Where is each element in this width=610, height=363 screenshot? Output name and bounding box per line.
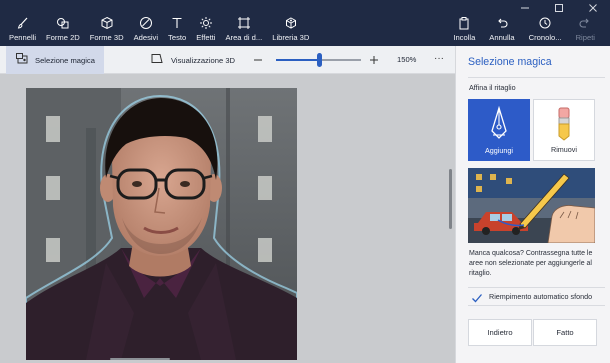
shapes-2d-icon bbox=[56, 16, 70, 30]
brush-icon bbox=[16, 16, 30, 30]
tool-effects[interactable]: Effetti bbox=[191, 16, 220, 46]
tool-label: Pennelli bbox=[9, 33, 37, 42]
refine-illustration bbox=[468, 168, 595, 243]
magic-select-panel: Selezione magica Affina il ritaglio Aggi… bbox=[455, 46, 610, 363]
remove-mode-button[interactable]: Rimuovi bbox=[533, 99, 595, 161]
hint-text: Manca qualcosa? Contrassegna tutte le ar… bbox=[469, 250, 593, 277]
tool-label: Libreria 3D bbox=[272, 33, 310, 42]
tool-label: Effetti bbox=[196, 33, 216, 42]
vertical-scrollbar[interactable] bbox=[449, 169, 452, 229]
view-3d-toggle[interactable]: Visualizzazione 3D bbox=[151, 46, 235, 74]
magic-select-button[interactable]: Selezione magica bbox=[6, 46, 104, 74]
zoom-value: 150% bbox=[397, 55, 417, 64]
portrait-photo[interactable] bbox=[26, 88, 297, 360]
panel-subtitle: Affina il ritaglio bbox=[469, 83, 516, 92]
tool-label: Forme 3D bbox=[89, 33, 124, 42]
tool-canvas[interactable]: Area di d... bbox=[220, 16, 267, 46]
done-button[interactable]: Fatto bbox=[533, 319, 597, 346]
horizontal-scrollbar[interactable] bbox=[110, 358, 170, 360]
tool-undo[interactable]: Annulla bbox=[482, 16, 521, 46]
cube-icon bbox=[100, 16, 114, 30]
divider bbox=[468, 77, 605, 78]
canvas-crop-icon bbox=[237, 16, 251, 30]
maximize-icon[interactable] bbox=[542, 0, 576, 16]
tool-label: Incolla bbox=[453, 33, 476, 42]
view-3d-icon bbox=[151, 51, 163, 69]
auto-fill-label: Riempimento automatico sfondo bbox=[489, 292, 593, 301]
add-mode-button[interactable]: Aggiungi bbox=[468, 99, 530, 161]
tool-label: Area di d... bbox=[225, 33, 263, 42]
paste-icon bbox=[457, 16, 471, 30]
pen-add-icon bbox=[468, 105, 530, 141]
eraser-icon bbox=[534, 106, 594, 142]
tool-redo[interactable]: Ripeti bbox=[569, 16, 602, 46]
magic-select-label: Selezione magica bbox=[35, 55, 95, 65]
more-options-icon[interactable]: ··· bbox=[432, 46, 446, 74]
back-button[interactable]: Indietro bbox=[468, 319, 532, 346]
close-icon[interactable] bbox=[576, 0, 610, 16]
tool-paste[interactable]: Incolla bbox=[446, 16, 482, 46]
redo-icon bbox=[578, 16, 592, 30]
tool-shapes-3d[interactable]: Forme 3D bbox=[85, 16, 129, 46]
tool-stickers[interactable]: Adesivi bbox=[129, 16, 163, 46]
view-toolbar: Selezione magica Visualizzazione 3D 150%… bbox=[0, 46, 455, 74]
tool-label: Annulla bbox=[489, 33, 515, 42]
tool-label: Cronolo... bbox=[528, 33, 562, 42]
checkmark-icon[interactable] bbox=[471, 291, 483, 303]
auto-fill-option[interactable]: Riempimento automatico sfondo bbox=[468, 287, 605, 306]
zoom-out-icon[interactable] bbox=[251, 53, 265, 67]
minimize-icon[interactable] bbox=[508, 0, 542, 16]
library-3d-icon bbox=[284, 16, 298, 30]
zoom-slider[interactable] bbox=[276, 53, 361, 67]
tool-label: Testo bbox=[168, 33, 187, 42]
zoom-slider-thumb[interactable] bbox=[317, 53, 322, 67]
tool-shapes-2d[interactable]: Forme 2D bbox=[41, 16, 85, 46]
add-mode-label: Aggiungi bbox=[485, 146, 513, 155]
magic-select-icon bbox=[16, 51, 28, 69]
sticker-icon bbox=[139, 16, 153, 30]
remove-mode-label: Rimuovi bbox=[551, 145, 577, 154]
zoom-in-icon[interactable] bbox=[367, 53, 381, 67]
tool-text[interactable]: Testo bbox=[163, 16, 191, 46]
panel-title: Selezione magica bbox=[468, 56, 552, 68]
tool-library-3d[interactable]: Libreria 3D bbox=[267, 16, 314, 46]
ribbon-tools: Pennelli Forme 2D Forme 3D Adesivi Testo bbox=[4, 16, 314, 46]
sun-icon bbox=[199, 16, 213, 30]
tool-label: Forme 2D bbox=[46, 33, 80, 42]
window-controls bbox=[508, 0, 610, 16]
history-icon bbox=[538, 16, 552, 30]
tool-label: Adesivi bbox=[133, 33, 159, 42]
text-icon bbox=[170, 16, 184, 30]
canvas-area[interactable] bbox=[0, 74, 455, 363]
tool-history[interactable]: Cronolo... bbox=[522, 16, 569, 46]
tool-label: Ripeti bbox=[575, 33, 595, 42]
undo-icon bbox=[495, 16, 509, 30]
view-3d-label: Visualizzazione 3D bbox=[171, 55, 236, 65]
ribbon-right-tools: Incolla Annulla Cronolo... Ripeti bbox=[446, 16, 602, 46]
ribbon: Pennelli Forme 2D Forme 3D Adesivi Testo bbox=[0, 0, 610, 46]
zoom-slider-fill bbox=[276, 59, 319, 61]
tool-brushes[interactable]: Pennelli bbox=[4, 16, 41, 46]
